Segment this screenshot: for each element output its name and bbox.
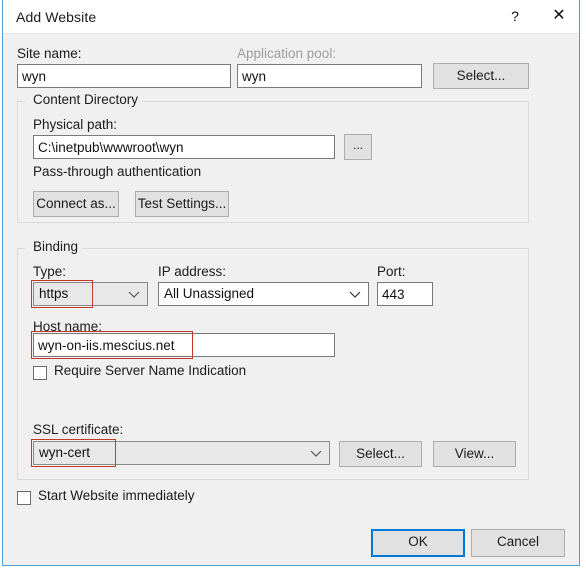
cancel-button[interactable]: Cancel — [471, 529, 565, 557]
host-name-label: Host name: — [33, 319, 103, 334]
ssl-certificate-select-button[interactable]: Select... — [339, 441, 422, 467]
application-pool-label: Application pool: — [237, 46, 337, 61]
pass-through-authentication-label: Pass-through authentication — [33, 164, 202, 179]
group-border-left — [17, 248, 25, 249]
test-settings-button[interactable]: Test Settings... — [135, 191, 229, 217]
chevron-down-icon — [128, 283, 140, 305]
chevron-down-icon — [310, 442, 322, 464]
physical-path-input[interactable]: C:\inetpub\wwwroot\wyn — [33, 135, 335, 159]
require-sni-label: Require Server Name Indication — [54, 363, 247, 378]
title-bar: Add Website ? ✕ — [3, 0, 579, 34]
ssl-certificate-value: wyn-cert — [39, 445, 91, 460]
host-name-input[interactable]: wyn-on-iis.mescius.net — [33, 333, 335, 357]
binding-type-value: https — [39, 286, 69, 301]
connect-as-button[interactable]: Connect as... — [33, 191, 119, 217]
group-border-left — [17, 101, 25, 102]
ok-button[interactable]: OK — [371, 529, 465, 557]
application-pool-select-button[interactable]: Select... — [433, 63, 529, 89]
port-label: Port: — [377, 264, 406, 279]
dialog-title: Add Website — [16, 9, 97, 25]
ssl-certificate-view-button[interactable]: View... — [433, 441, 516, 467]
group-border-right — [80, 248, 529, 249]
require-sni-checkbox[interactable] — [33, 366, 47, 380]
site-name-input[interactable]: wyn — [17, 64, 231, 88]
binding-group-title: Binding — [29, 239, 83, 254]
port-input[interactable]: 443 — [377, 282, 433, 306]
ip-address-value: All Unassigned — [164, 286, 255, 301]
binding-type-combo[interactable]: https — [33, 282, 148, 306]
binding-type-label: Type: — [33, 264, 67, 279]
ssl-certificate-combo[interactable]: wyn-cert — [33, 441, 330, 465]
help-icon[interactable]: ? — [493, 0, 537, 32]
physical-path-label: Physical path: — [33, 117, 118, 132]
ip-address-label: IP address: — [158, 264, 227, 279]
close-icon[interactable]: ✕ — [537, 0, 581, 32]
application-pool-input[interactable]: wyn — [237, 64, 422, 88]
site-name-label: Site name: — [17, 46, 82, 61]
ssl-certificate-label: SSL certificate: — [33, 422, 124, 437]
start-website-checkbox[interactable] — [17, 491, 31, 505]
chevron-down-icon — [349, 283, 361, 305]
add-website-dialog: Add Website ? ✕ Site name: wyn Applicati… — [2, 0, 580, 566]
start-website-label: Start Website immediately — [38, 488, 195, 503]
ip-address-combo[interactable]: All Unassigned — [158, 282, 369, 306]
group-border-right — [130, 101, 529, 102]
content-directory-group-title: Content Directory — [29, 92, 143, 107]
browse-button[interactable]: ... — [344, 134, 372, 160]
